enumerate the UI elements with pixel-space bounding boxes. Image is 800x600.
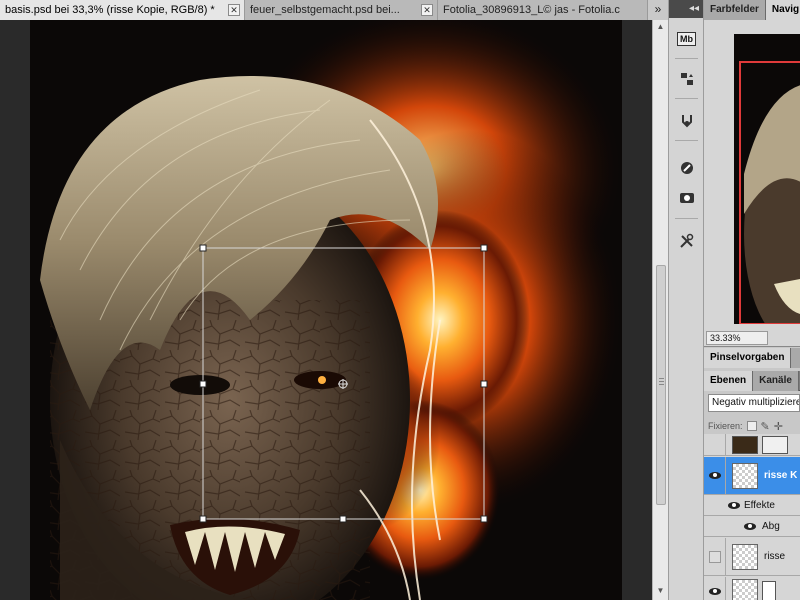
navigator-preview[interactable] <box>734 34 800 324</box>
puppet-icon[interactable] <box>673 108 700 134</box>
tab-basis[interactable]: basis.psd bei 33,3% (risse Kopie, RGB/8)… <box>0 0 245 20</box>
tab-hidden[interactable] <box>791 348 800 368</box>
layers-tabs: Ebenen Kanäle <box>704 371 800 391</box>
collapse-panels-button[interactable]: ◂◂ <box>669 0 703 18</box>
navigator-zoom-field[interactable]: 33.33% <box>706 331 768 345</box>
layer-name: risse <box>764 551 786 562</box>
close-icon[interactable]: ✕ <box>421 4 433 16</box>
scroll-thumb[interactable] <box>656 265 666 505</box>
tab-pinselvorgaben[interactable]: Pinselvorgaben <box>704 348 792 368</box>
lock-row: Fixieren: ✎ ✛ <box>704 416 800 436</box>
lock-label: Fixieren: <box>708 421 743 431</box>
visibility-toggle[interactable] <box>704 538 726 575</box>
document-tab-bar: basis.psd bei 33,3% (risse Kopie, RGB/8)… <box>0 0 668 20</box>
layer-mask-thumbnail <box>762 580 776 600</box>
eye-icon <box>744 523 756 530</box>
tab-feuer[interactable]: feuer_selbstgemacht.psd bei... ✕ <box>245 0 438 20</box>
layer-thumbnail <box>732 543 758 570</box>
tab-feuer-label: feuer_selbstgemacht.psd bei... <box>250 4 400 16</box>
navigator-tabs: Farbfelder Navig <box>704 0 800 20</box>
tools-icon[interactable] <box>673 228 700 254</box>
brush-preset-icon[interactable] <box>673 155 700 181</box>
layer-name: risse K <box>764 470 798 481</box>
tab-basis-label: basis.psd bei 33,3% (risse Kopie, RGB/8)… <box>5 4 215 16</box>
layer-thumbnail <box>732 435 758 454</box>
panel-icon-strip: ◂◂ Mb <box>668 0 704 600</box>
eye-icon <box>708 472 721 479</box>
document-canvas[interactable] <box>0 20 652 600</box>
clone-source-icon[interactable] <box>673 185 700 211</box>
blend-mode-select[interactable]: Negativ multipliziere <box>708 394 800 412</box>
layer-mask-thumbnail <box>762 435 788 454</box>
tab-kanaele[interactable]: Kanäle <box>753 371 799 391</box>
close-icon[interactable]: ✕ <box>228 4 240 16</box>
scroll-down-icon[interactable]: ▼ <box>655 586 666 597</box>
layer-row[interactable]: risse <box>704 538 800 576</box>
eye-icon <box>708 588 721 595</box>
tab-navigator[interactable]: Navig <box>765 0 800 20</box>
photoshop-window: basis.psd bei 33,3% (risse Kopie, RGB/8)… <box>0 0 800 600</box>
canvas-image <box>0 20 652 600</box>
tab-ebenen[interactable]: Ebenen <box>704 371 754 391</box>
layer-effects-row[interactable]: Effekte <box>704 496 800 516</box>
layer-effect-name: Abg <box>762 521 780 532</box>
tab-overflow-button[interactable]: » <box>648 0 668 20</box>
tab-fotolia[interactable]: Fotolia_30896913_L© jas - Fotolia.c <box>438 0 648 20</box>
lock-transparency-icon[interactable] <box>746 421 757 431</box>
history-icon[interactable] <box>673 66 700 92</box>
layer-row[interactable]: risse K <box>704 457 800 495</box>
navigator-panel <box>704 20 800 330</box>
layer-effects-label: Effekte <box>744 500 775 511</box>
lock-move-icon[interactable]: ✛ <box>774 420 783 433</box>
tab-fotolia-label: Fotolia_30896913_L© jas - Fotolia.c <box>443 4 620 16</box>
mini-bridge-icon[interactable]: Mb <box>673 26 700 52</box>
layer-effect-item[interactable]: Abg <box>704 517 800 537</box>
layers-list: risse K Effekte Abg risse <box>704 434 800 600</box>
lock-brush-icon[interactable]: ✎ <box>761 420 770 433</box>
layer-thumbnail <box>732 578 758 600</box>
layer-row[interactable] <box>704 434 800 456</box>
brush-preset-tabs: Pinselvorgaben <box>704 348 800 368</box>
layer-thumbnail <box>732 462 758 489</box>
canvas-vertical-scrollbar[interactable]: ▲ ▼ <box>652 20 668 600</box>
visibility-toggle[interactable] <box>704 457 726 494</box>
eye-icon <box>728 502 740 509</box>
visibility-toggle[interactable] <box>704 577 726 600</box>
visibility-toggle[interactable] <box>704 434 726 455</box>
navigator-zoom-bar: 33.33% <box>704 329 800 347</box>
right-panel-dock: Farbfelder Navig 33.33% Pinselvorgaben E… <box>704 0 800 600</box>
layer-row[interactable] <box>704 577 800 600</box>
tab-farbfelder[interactable]: Farbfelder <box>704 0 766 20</box>
scroll-up-icon[interactable]: ▲ <box>655 22 666 33</box>
